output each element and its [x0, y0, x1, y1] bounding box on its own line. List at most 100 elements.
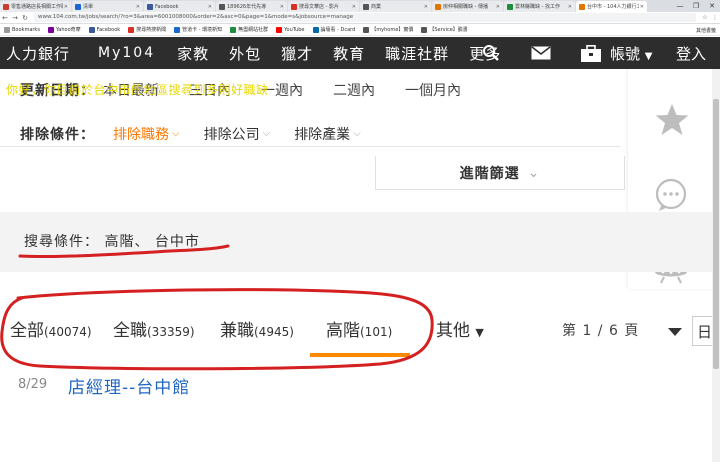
bookmark-icon	[230, 26, 237, 33]
bookmark-item[interactable]: 論壇看 - Dcard	[312, 26, 356, 33]
bookmark-item[interactable]: Yahoo奇摩	[47, 26, 81, 33]
nav-item-outsource[interactable]: 外包	[219, 43, 271, 64]
update-option[interactable]: 一個月內	[405, 80, 461, 100]
star-icon[interactable]: ☆	[700, 14, 710, 21]
bookmark-item[interactable]: YouTube	[276, 26, 305, 33]
tab-title: 189626年代先導	[227, 4, 267, 10]
close-icon[interactable]: ✕	[496, 4, 500, 10]
maximize-button[interactable]: ❐	[688, 0, 704, 12]
browser-tab[interactable]: 搜尋文華店 - 影片 ✕	[288, 1, 359, 12]
browser-tab[interactable]: 雲林縣職缺 - 找工作 ✕	[504, 1, 575, 12]
tab-label: 全部	[10, 321, 44, 341]
exclude-job-dropdown[interactable]: 排除職務 ⌵	[113, 124, 180, 144]
login-link[interactable]: 登入	[676, 43, 706, 64]
advanced-filter-button[interactable]: 進階篩選 ⌄	[375, 156, 625, 190]
exclude-company-dropdown[interactable]: 排除公司 ⌵	[204, 124, 271, 144]
close-icon[interactable]: ✕	[64, 4, 68, 10]
close-icon[interactable]: ✕	[640, 4, 644, 10]
favicon-icon	[507, 3, 513, 10]
tab-title: 商業	[371, 4, 382, 10]
bookmarks-bar: Bookmarks Yahoo奇摩 Facebook 搜尋熱搜新聞 管道卡 - …	[0, 24, 720, 36]
bookmark-label: 無盡網站社群	[238, 27, 269, 33]
star-icon[interactable]	[654, 103, 690, 141]
close-icon[interactable]: ✕	[280, 4, 284, 10]
chevron-down-icon: ⌄	[527, 164, 541, 181]
exclude-industry-dropdown[interactable]: 排除產業 ⌵	[294, 124, 361, 144]
update-option[interactable]: 二週內	[333, 80, 375, 100]
tab-title: 雲林縣職缺 - 找工作	[515, 4, 560, 10]
bookmark-label: 論壇看 - Dcard	[320, 27, 356, 33]
apps-icon	[4, 26, 10, 33]
nav-item-tutor[interactable]: 家教	[167, 43, 219, 64]
close-icon[interactable]: ✕	[136, 4, 140, 10]
bookmark-item[interactable]: 【Service】臉書	[421, 26, 468, 33]
close-window-button[interactable]: ✕	[704, 0, 720, 12]
tab-executive[interactable]: 高階(101)	[326, 316, 392, 341]
forward-icon[interactable]: →	[10, 14, 20, 22]
nav-item-headhunt[interactable]: 獵才	[271, 43, 323, 64]
tab-other-dropdown[interactable]: 其他 ▼	[436, 316, 484, 341]
job-list-item: 8/29 店經理--台中館	[0, 369, 720, 399]
bookmark-label: 管道卡 - 環境新知	[182, 27, 223, 33]
bookmark-item[interactable]: 【myhome】實價	[363, 26, 413, 33]
close-icon[interactable]: ✕	[568, 4, 572, 10]
favicon-icon	[435, 3, 441, 10]
reload-icon[interactable]: ↻	[20, 14, 30, 22]
tab-count: (4945)	[254, 325, 294, 339]
favicon-icon	[147, 3, 153, 10]
mail-icon[interactable]	[530, 43, 552, 63]
browser-tab[interactable]: Facebook ✕	[144, 1, 215, 12]
exclude-label: 排除條件：	[20, 126, 95, 143]
overlay-caption: 你好，你目前於台中市的地區搜尋到多則好職缺	[6, 83, 269, 97]
bookmark-label: 【Service】臉書	[429, 27, 468, 33]
minimize-button[interactable]: —	[672, 0, 688, 12]
site-logo[interactable]: 人力銀行	[0, 43, 86, 64]
page-dropdown-caret[interactable]	[668, 322, 682, 341]
job-title-link[interactable]: 店經理--台中館	[68, 373, 190, 398]
briefcase-icon[interactable]	[580, 43, 602, 63]
nav-item-career[interactable]: 職涯社群	[375, 43, 459, 64]
bookmark-icon	[363, 26, 370, 33]
other-bookmarks[interactable]: 其他書籤	[696, 27, 716, 34]
browser-tab[interactable]: 清單 ✕	[72, 1, 143, 12]
back-icon[interactable]: ←	[0, 14, 10, 22]
tab-fulltime[interactable]: 全職(33359)	[113, 316, 195, 341]
tab-title: Facebook	[155, 3, 179, 10]
nav-item-education[interactable]: 教育	[323, 43, 375, 64]
tab-label: 全職	[113, 321, 147, 341]
bookmark-icon	[88, 26, 95, 33]
address-input[interactable]: www.104.com.tw/jobs/search/?ro=3&area=60…	[34, 13, 696, 22]
search-conditions-label: 搜尋條件：	[24, 234, 99, 250]
close-icon[interactable]: ✕	[208, 4, 212, 10]
tab-title: 零售通路店長相關工作職缺	[11, 4, 63, 10]
search-conditions-text: 搜尋條件： 高階、 台中市	[24, 231, 200, 251]
bookmark-item[interactable]: Facebook	[88, 26, 121, 33]
close-icon[interactable]: ✕	[424, 4, 428, 10]
close-icon[interactable]: ✕	[352, 4, 356, 10]
favicon-icon	[75, 3, 81, 10]
tab-all[interactable]: 全部(40074)	[10, 316, 92, 341]
browser-tab[interactable]: 房仲相關職缺 - 傳播 ✕	[432, 1, 503, 12]
bookmarks-apps[interactable]: Bookmarks	[4, 26, 40, 33]
scrollbar-thumb[interactable]	[713, 99, 719, 369]
active-tab-underline	[310, 353, 410, 357]
menu-icon[interactable]: ⋮	[710, 14, 720, 21]
browser-tab[interactable]: 189626年代先導 ✕	[216, 1, 287, 12]
account-menu[interactable]: 帳號 ▼	[610, 43, 653, 64]
bookmark-item[interactable]: 搜尋熱搜新聞	[128, 26, 166, 33]
bookmark-item[interactable]: 無盡網站社群	[230, 26, 268, 33]
bookmark-item[interactable]: 管道卡 - 環境新知	[174, 26, 222, 33]
page-scrollbar[interactable]	[712, 69, 720, 462]
nav-my104[interactable]: My104	[86, 45, 167, 61]
tab-parttime[interactable]: 兼職(4945)	[220, 316, 294, 341]
search-icon[interactable]	[480, 43, 502, 63]
chat-icon[interactable]	[654, 178, 688, 216]
browser-tab[interactable]: 商業 ✕	[360, 1, 431, 12]
browser-tab-active[interactable]: 台中市 - 104人力銀行工作✕	[576, 1, 647, 12]
browser-tab[interactable]: 零售通路店長相關工作職缺✕	[0, 1, 71, 12]
tab-count: (101)	[360, 325, 393, 339]
bookmark-label: Facebook	[96, 26, 121, 33]
tab-label: 其他	[436, 321, 470, 341]
tab-title: 台中市 - 104人力銀行工作	[587, 4, 639, 10]
exclude-job-label: 排除職務	[113, 126, 169, 143]
